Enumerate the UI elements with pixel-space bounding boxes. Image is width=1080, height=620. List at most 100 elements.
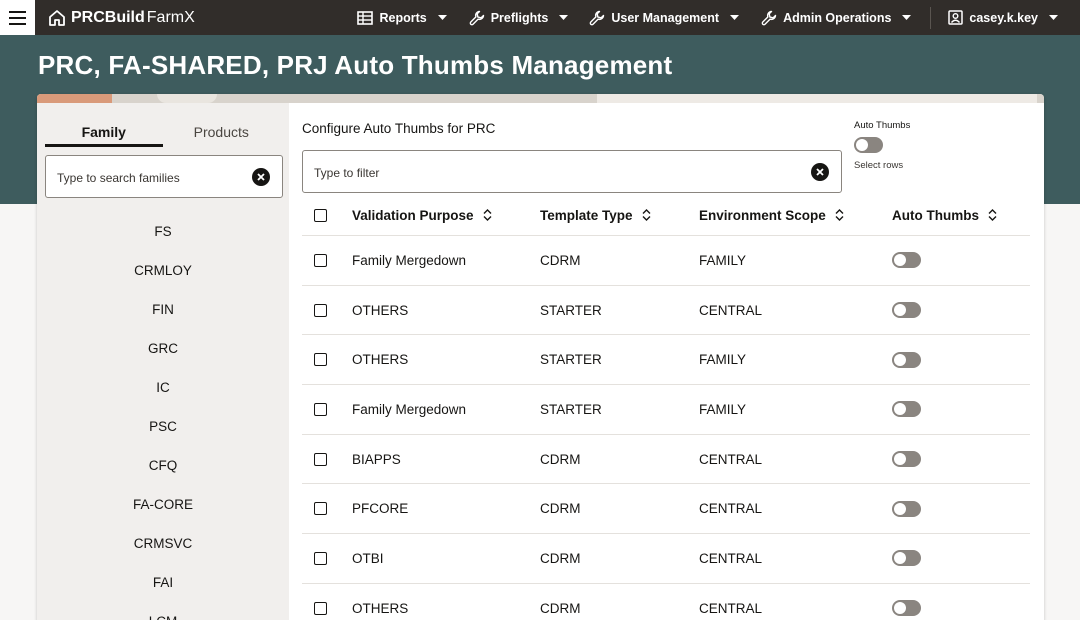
auto-thumbs-toggle-label: Auto Thumbs: [854, 120, 911, 131]
chevron-down-icon: [902, 14, 912, 21]
auto-thumbs-toggle[interactable]: [892, 550, 921, 567]
select-all-checkbox-cell: [314, 195, 327, 235]
row-checkbox[interactable]: [314, 452, 327, 466]
row-checkbox-cell: [314, 385, 327, 434]
row-checkbox[interactable]: [314, 253, 327, 267]
nav-user-management-label: User Management: [611, 10, 720, 25]
family-list-item[interactable]: CRMSVC: [37, 524, 289, 563]
auto-thumbs-bulk-toggle[interactable]: [854, 137, 883, 153]
cell-validation-purpose: OTHERS: [352, 600, 409, 616]
nav-divider: [930, 6, 932, 29]
nav-user-management-menu[interactable]: User Management: [589, 0, 740, 35]
row-checkbox-cell: [314, 335, 327, 384]
table-row: BIAPPS CDRM CENTRAL: [302, 435, 1030, 485]
family-list-item[interactable]: IC: [37, 368, 289, 407]
nav-admin-operations-label: Admin Operations: [783, 10, 892, 25]
tab-products[interactable]: Products: [163, 118, 281, 150]
auto-thumbs-panel: Configure Auto Thumbs for PRC Auto Thumb…: [289, 103, 1044, 620]
clear-filter-button[interactable]: [811, 163, 829, 181]
cell-validation-purpose: OTBI: [352, 550, 384, 566]
chevron-down-icon: [559, 14, 569, 21]
brand-home-link[interactable]: PRCBuild FarmX: [48, 9, 195, 27]
clear-search-button[interactable]: [252, 168, 270, 186]
content-card: Family Products Type to search families …: [37, 94, 1044, 620]
family-list-item[interactable]: FS: [37, 212, 289, 251]
auto-thumbs-toggle[interactable]: [892, 351, 921, 368]
nav-admin-operations-menu[interactable]: Admin Operations: [761, 0, 912, 35]
select-all-checkbox[interactable]: [314, 208, 327, 222]
auto-thumbs-toggle[interactable]: [892, 451, 921, 468]
row-checkbox[interactable]: [314, 353, 327, 367]
row-checkbox-cell: [314, 435, 327, 484]
row-checkbox[interactable]: [314, 402, 327, 416]
wrench-icon: [589, 10, 605, 26]
cell-template-type: CDRM: [540, 501, 581, 517]
family-list-item[interactable]: PSC: [37, 407, 289, 446]
user-profile-icon: [948, 10, 964, 25]
family-list-item[interactable]: GRC: [37, 329, 289, 368]
cell-template-type: STARTER: [540, 401, 602, 417]
cell-environment-scope: FAMILY: [699, 401, 747, 417]
table-header-row: Validation Purpose Template Type Environ…: [302, 195, 1030, 236]
cell-validation-purpose: Family Mergedown: [352, 401, 467, 417]
tab-family[interactable]: Family: [45, 121, 163, 147]
column-header-validation-purpose[interactable]: Validation Purpose: [352, 195, 492, 235]
user-account-menu[interactable]: casey.k.key: [948, 0, 1058, 35]
cell-auto-thumbs: [892, 484, 921, 533]
cell-auto-thumbs: [892, 534, 921, 583]
nav-reports-menu[interactable]: Reports: [357, 0, 447, 35]
family-sidebar: Family Products Type to search families …: [37, 103, 289, 620]
table-row: OTHERS STARTER FAMILY: [302, 335, 1030, 386]
table-filter-input[interactable]: Type to filter: [302, 150, 842, 193]
filter-placeholder: Type to filter: [314, 166, 380, 180]
cell-validation-purpose: BIAPPS: [352, 451, 401, 467]
cell-environment-scope: FAMILY: [699, 352, 747, 368]
cell-validation-purpose: OTHERS: [352, 302, 409, 318]
cell-environment-scope: FAMILY: [699, 252, 747, 268]
row-checkbox-cell: [314, 484, 327, 533]
chevron-down-icon: [437, 14, 447, 21]
row-checkbox[interactable]: [314, 601, 327, 615]
auto-thumbs-toggle[interactable]: [892, 302, 921, 319]
column-header-template-type[interactable]: Template Type: [540, 195, 651, 235]
auto-thumbs-toggle[interactable]: [892, 401, 921, 418]
column-header-environment-scope[interactable]: Environment Scope: [699, 195, 844, 235]
cell-auto-thumbs: [892, 435, 921, 484]
family-list-item[interactable]: LCM: [37, 602, 289, 620]
family-list-item[interactable]: FA-CORE: [37, 485, 289, 524]
nav-menu: Reports Preflights User Management Admin…: [357, 0, 1080, 35]
row-checkbox[interactable]: [314, 303, 327, 317]
cell-environment-scope: CENTRAL: [699, 302, 763, 318]
cell-template-type: STARTER: [540, 352, 602, 368]
auto-thumbs-toggle[interactable]: [892, 252, 921, 269]
sort-icon: [835, 209, 844, 221]
nav-preflights-label: Preflights: [490, 10, 549, 25]
cell-environment-scope: CENTRAL: [699, 451, 763, 467]
auto-thumbs-toggle[interactable]: [892, 600, 921, 617]
column-header-auto-thumbs[interactable]: Auto Thumbs: [892, 195, 997, 235]
close-icon: [257, 173, 265, 181]
nav-reports-label: Reports: [379, 10, 427, 25]
family-list-item[interactable]: CFQ: [37, 446, 289, 485]
family-list-item[interactable]: FAI: [37, 563, 289, 602]
cell-environment-scope: CENTRAL: [699, 501, 763, 517]
nav-preflights-menu[interactable]: Preflights: [469, 0, 569, 35]
family-search-input[interactable]: Type to search families: [45, 155, 283, 198]
family-list-item[interactable]: FIN: [37, 290, 289, 329]
auto-thumbs-bulk-toggle-group: Auto Thumbs Select rows: [854, 120, 934, 171]
table-row: Family Mergedown CDRM FAMILY: [302, 236, 1030, 286]
reports-icon: [357, 10, 374, 25]
table-row: Family Mergedown STARTER FAMILY: [302, 385, 1030, 435]
cell-auto-thumbs: [892, 236, 921, 285]
auto-thumbs-toggle[interactable]: [892, 500, 921, 517]
hamburger-line: [9, 16, 26, 19]
row-checkbox[interactable]: [314, 551, 327, 565]
family-list-item[interactable]: CRMLOY: [37, 251, 289, 290]
wrench-icon: [761, 10, 777, 26]
hamburger-menu-button[interactable]: [0, 0, 35, 35]
page-title: PRC, FA-SHARED, PRJ Auto Thumbs Manageme…: [38, 50, 673, 80]
table-row: OTHERS STARTER CENTRAL: [302, 286, 1030, 336]
row-checkbox[interactable]: [314, 502, 327, 516]
cell-environment-scope: CENTRAL: [699, 600, 763, 616]
row-checkbox-cell: [314, 584, 327, 620]
